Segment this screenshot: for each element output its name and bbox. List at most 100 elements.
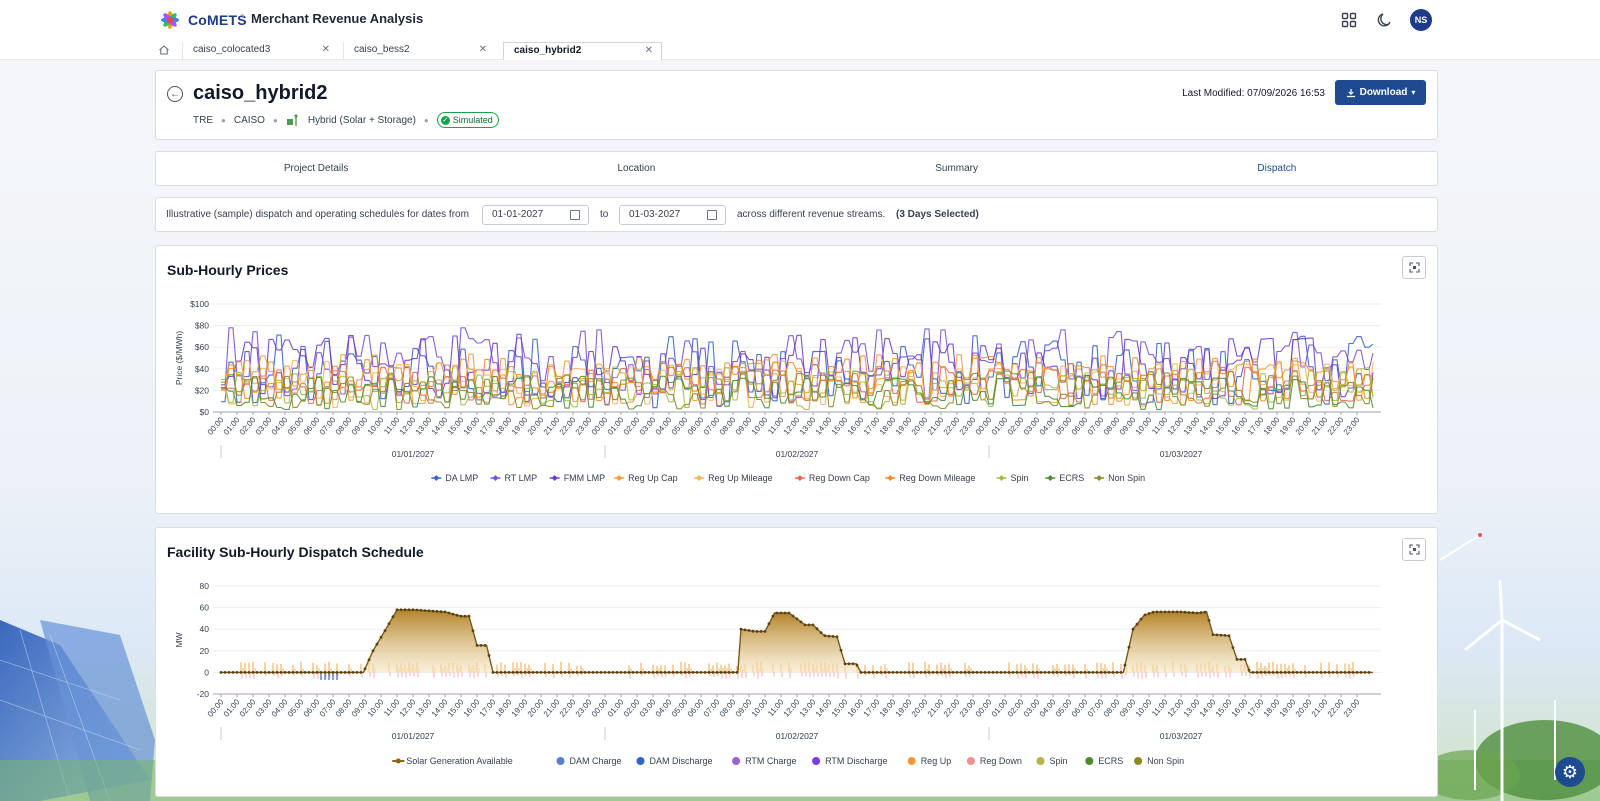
solar-marker — [455, 613, 459, 617]
user-avatar[interactable]: NS — [1410, 9, 1432, 31]
legend-swatch-marker — [998, 475, 1005, 481]
x-tick-label: 20:00 — [910, 697, 930, 719]
legend-label: RTM Discharge — [825, 756, 887, 766]
legend-label: Reg Up Cap — [628, 473, 678, 483]
x-tick-label: 04:00 — [270, 415, 290, 437]
legend-swatch-marker — [907, 757, 916, 765]
x-tick-label: 07:00 — [1086, 415, 1106, 437]
x-tick-label: 15:00 — [1214, 697, 1234, 719]
solar-marker — [363, 667, 367, 671]
solar-marker — [275, 671, 279, 674]
x-tick-label: 18:00 — [1262, 697, 1282, 719]
nav-summary[interactable]: Summary — [797, 152, 1117, 185]
solar-marker — [387, 622, 391, 625]
x-tick-label: 04:00 — [1038, 415, 1058, 437]
solar-marker — [563, 671, 567, 674]
x-tick-label: 21:00 — [542, 697, 562, 719]
solar-marker — [1307, 671, 1311, 674]
tab-caiso-bess2[interactable]: caiso_bess2 ✕ — [343, 42, 495, 60]
solar-marker — [763, 630, 767, 633]
solar-marker — [499, 671, 503, 674]
section-nav: Project Details Location Summary Dispatc… — [155, 151, 1438, 186]
x-tick-label: 01:00 — [606, 697, 626, 719]
solar-marker — [1359, 671, 1363, 674]
solar-marker — [1275, 671, 1279, 674]
close-icon[interactable]: ✕ — [645, 45, 653, 56]
calendar-icon[interactable] — [707, 210, 717, 220]
legend-swatch-marker — [492, 475, 499, 481]
days-selected: (3 Days Selected) — [896, 209, 979, 220]
solar-marker — [715, 671, 719, 674]
solar-marker — [663, 671, 667, 674]
nav-dispatch[interactable]: Dispatch — [1117, 152, 1437, 185]
solar-marker — [523, 671, 527, 674]
y-tick-label: -20 — [197, 689, 210, 699]
solar-marker — [327, 671, 331, 674]
tab-caiso-hybrid2[interactable]: caiso_hybrid2 ✕ — [503, 42, 662, 60]
solar-marker — [1031, 671, 1035, 674]
solar-marker — [307, 671, 311, 674]
nav-project-details[interactable]: Project Details — [156, 152, 476, 185]
dark-mode-moon-icon[interactable] — [1374, 9, 1396, 31]
legend-label: Reg Down Mileage — [899, 473, 975, 483]
calendar-icon[interactable] — [570, 210, 580, 220]
solar-marker — [535, 671, 539, 674]
x-tick-label: 01:00 — [222, 697, 242, 719]
solar-marker — [1175, 610, 1179, 614]
x-tick-label: 19:00 — [510, 415, 530, 437]
from-date-input[interactable]: 01-01-2027 — [482, 205, 589, 225]
solar-marker — [355, 671, 359, 674]
legend-label: DAM Discharge — [650, 756, 713, 766]
solar-marker — [1159, 610, 1163, 614]
settings-gear-icon[interactable]: ⚙ — [1555, 757, 1585, 787]
dispatch-schedule-card: Facility Sub-Hourly Dispatch Schedule 80… — [155, 527, 1438, 797]
solar-marker — [615, 671, 619, 674]
solar-marker — [431, 609, 435, 613]
filter-suffix: across different revenue streams. — [737, 209, 886, 220]
x-tick-label: 18:00 — [494, 697, 514, 719]
apps-grid-icon[interactable] — [1338, 9, 1360, 31]
solar-marker — [755, 630, 759, 633]
solar-marker — [999, 671, 1003, 674]
x-tick-label: 17:00 — [862, 415, 882, 437]
home-icon[interactable] — [158, 43, 174, 57]
x-tick-label: 08:00 — [1102, 415, 1122, 437]
solar-marker — [1007, 671, 1011, 674]
solar-marker — [1151, 610, 1155, 614]
back-arrow-icon[interactable]: ← — [167, 86, 183, 102]
solar-marker — [515, 671, 519, 674]
separator-dot: ● — [423, 115, 429, 125]
solar-marker — [1199, 611, 1203, 614]
tab-label: caiso_bess2 — [354, 44, 410, 55]
legend-label: Reg Down Cap — [809, 473, 870, 483]
solar-marker — [255, 671, 259, 674]
solar-marker — [583, 671, 587, 674]
solar-marker — [1267, 671, 1271, 674]
solar-marker — [423, 609, 427, 612]
x-tick-label: 00:00 — [590, 415, 610, 437]
to-date-input[interactable]: 01-03-2027 — [619, 205, 726, 225]
download-button[interactable]: Download ▾ — [1335, 80, 1426, 105]
solar-marker — [667, 671, 671, 674]
x-tick-label: 17:00 — [862, 697, 882, 719]
solar-marker — [935, 671, 939, 674]
close-icon[interactable]: ✕ — [479, 44, 487, 55]
x-day-label: 01/02/2027 — [776, 449, 819, 459]
solar-marker — [619, 671, 623, 674]
brand-logo[interactable]: CoMETS — [158, 8, 247, 32]
x-tick-label: 07:00 — [1086, 697, 1106, 719]
solar-marker — [851, 662, 855, 666]
solar-marker — [1067, 671, 1071, 674]
nav-location[interactable]: Location — [476, 152, 796, 185]
solar-marker — [1027, 671, 1031, 674]
tab-caiso-colocated3[interactable]: caiso_colocated3 ✕ — [182, 42, 338, 60]
x-tick-label: 20:00 — [526, 697, 546, 719]
y-tick-label: $100 — [190, 299, 209, 309]
x-tick-label: 01:00 — [222, 415, 242, 437]
solar-marker — [975, 671, 979, 674]
close-icon[interactable]: ✕ — [322, 44, 330, 55]
x-tick-label: 02:00 — [1006, 697, 1026, 719]
solar-marker — [519, 671, 523, 674]
legend-label: DAM Charge — [570, 756, 622, 766]
solar-marker — [991, 671, 995, 674]
